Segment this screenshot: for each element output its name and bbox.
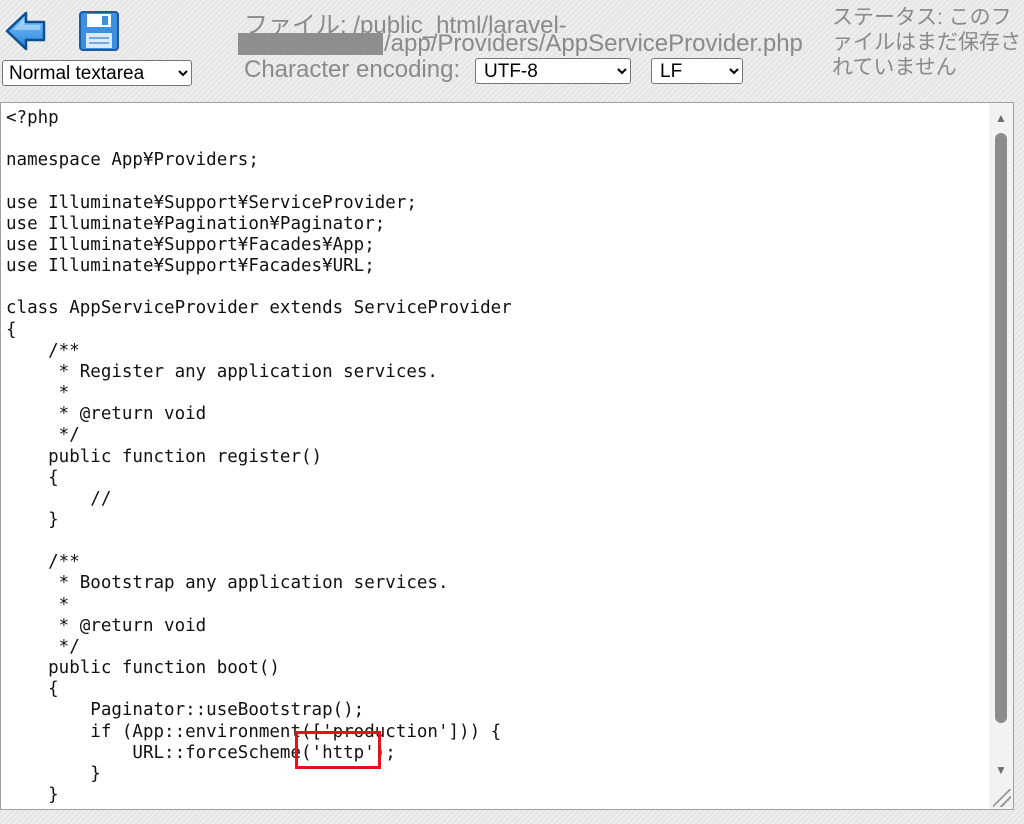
resize-grip-icon[interactable] [993, 789, 1011, 807]
code-editor-textarea[interactable]: <?php namespace App¥Providers; use Illum… [0, 102, 1014, 810]
code-content[interactable]: <?php namespace App¥Providers; use Illum… [6, 108, 512, 806]
line-ending-select[interactable]: LF [651, 58, 743, 84]
scroll-up-arrow-icon[interactable]: ▲ [989, 107, 1013, 129]
vertical-scrollbar[interactable]: ▲ ▼ [989, 103, 1013, 809]
highlight-annotation-box [295, 731, 381, 769]
file-path-line2: /app/Providers/AppServiceProvider.php [384, 30, 803, 57]
scroll-down-arrow-icon[interactable]: ▼ [989, 759, 1013, 781]
toolbar: Normal textarea ファイル: /public_html/larav… [0, 0, 1024, 100]
save-button[interactable] [78, 10, 120, 52]
redacted-path-segment [238, 33, 383, 55]
encoding-select[interactable]: UTF-8 [475, 58, 631, 84]
scrollbar-thumb[interactable] [995, 133, 1007, 723]
back-button[interactable] [4, 8, 48, 54]
save-status-text: ステータス: このファイルはまだ保存されていません [832, 6, 1021, 79]
encoding-label: Character encoding: [244, 56, 461, 83]
editor-mode-select[interactable]: Normal textarea [2, 60, 192, 86]
back-arrow-icon [5, 11, 46, 51]
floppy-disk-icon [79, 11, 119, 51]
